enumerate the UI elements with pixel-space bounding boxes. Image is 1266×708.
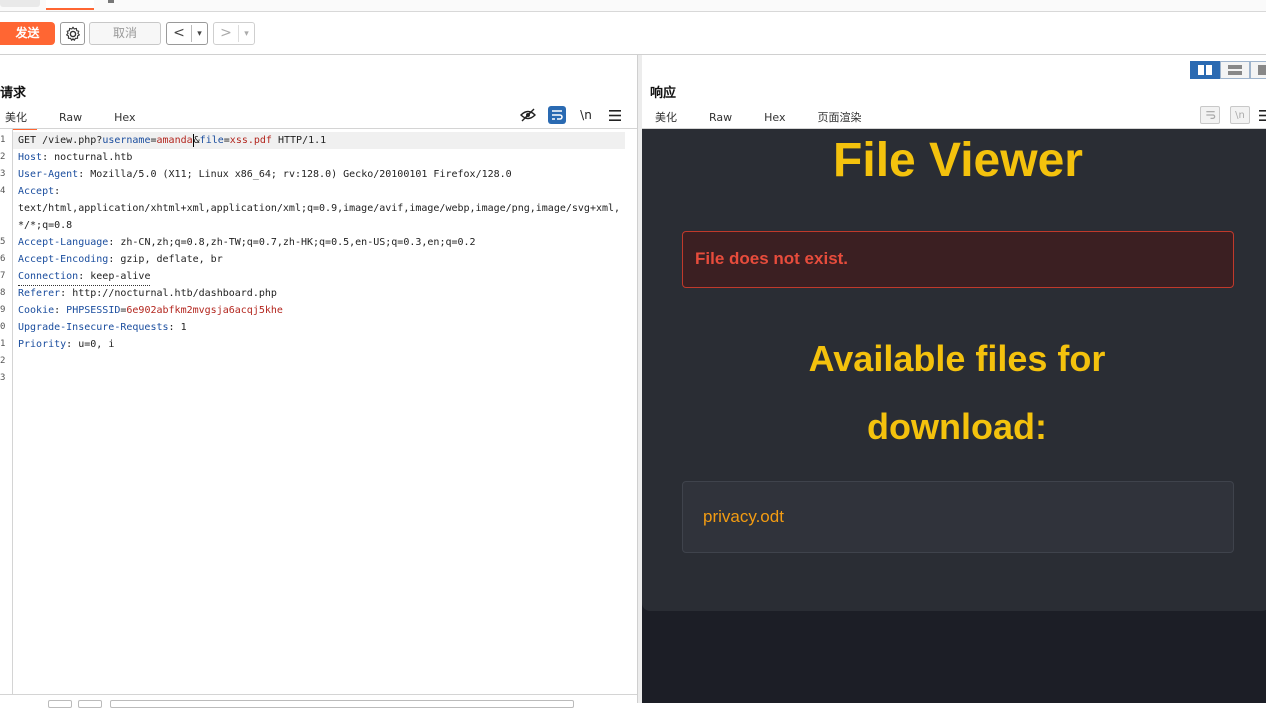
line-number: 1: [0, 339, 6, 349]
file-list-item: privacy.odt: [682, 481, 1234, 553]
request-line: GET /view.php?username=amanda&file=xss.p…: [18, 133, 327, 147]
tab-render[interactable]: 页面渲染: [807, 108, 872, 130]
header-line: Accept-Encoding: gzip, deflate, br: [18, 254, 223, 265]
line-number: 4: [0, 186, 6, 196]
tab-previous[interactable]: [0, 0, 40, 7]
header-line: Accept:: [18, 186, 61, 197]
line-number: 5: [0, 237, 6, 247]
menu-icon[interactable]: [1256, 106, 1266, 124]
line-number: 2: [0, 152, 6, 162]
header-line-continued: text/html,application/xhtml+xml,applicat…: [18, 203, 621, 214]
line-number: 1: [0, 135, 6, 145]
header-line: User-Agent: Mozilla/5.0 (X11; Linux x86_…: [18, 169, 512, 180]
menu-icon[interactable]: [606, 106, 624, 124]
line-number: 9: [0, 305, 6, 315]
page-title: File Viewer: [833, 134, 1083, 187]
layout-side-by-side-icon[interactable]: [1190, 61, 1220, 79]
header-line: Referer: http://nocturnal.htb/dashboard.…: [18, 288, 277, 299]
chevron-left-icon: <: [167, 25, 192, 42]
request-view-tools: \n: [508, 106, 624, 124]
tab-hex[interactable]: Hex: [754, 108, 795, 128]
chevron-right-icon: >: [214, 25, 239, 42]
tab-pretty[interactable]: 美化: [0, 108, 37, 130]
response-view-tools: \n: [1190, 106, 1266, 124]
file-link[interactable]: privacy.odt: [703, 507, 784, 527]
header-line: Host: nocturnal.htb: [18, 152, 133, 163]
request-title: 请求: [0, 86, 27, 101]
send-button[interactable]: 发送: [0, 22, 55, 45]
response-tabs: 美化 Raw Hex 页面渲染: [645, 108, 884, 130]
tab-raw[interactable]: Raw: [49, 108, 92, 128]
header-line: Accept-Language: zh-CN,zh;q=0.8,zh-TW;q=…: [18, 237, 476, 248]
request-editor[interactable]: 1 2 3 4 5 6 7 8 9 0 1 2 3 GET /view.php?…: [0, 129, 637, 694]
header-line: Priority: u=0, i: [18, 339, 115, 350]
tab-active[interactable]: [46, 0, 94, 10]
toolbar: 发送 取消 < ▾ > ▾: [0, 12, 1266, 55]
files-heading: Available files for download:: [808, 338, 1106, 447]
error-alert: File does not exist.: [682, 231, 1234, 288]
top-tab-strip: [0, 0, 1266, 12]
page-card: File Viewer File does not exist. Availab…: [642, 129, 1266, 611]
wrap-lines-icon: [1200, 106, 1220, 124]
line-number: 8: [0, 288, 6, 298]
line-number: 7: [0, 271, 6, 281]
layout-stacked-icon[interactable]: [1220, 61, 1250, 79]
line-number: 3: [0, 373, 6, 383]
wrap-lines-icon[interactable]: [548, 106, 566, 124]
line-number: 3: [0, 169, 6, 179]
response-title: 响应: [650, 86, 677, 101]
search-options-button[interactable]: [48, 700, 72, 708]
error-message: File does not exist.: [695, 249, 849, 268]
back-button[interactable]: < ▾: [166, 22, 208, 45]
header-line: Cookie: PHPSESSID=6e902abfkm2mvgsja6acqj…: [18, 305, 283, 316]
rendered-page: File Viewer File does not exist. Availab…: [642, 129, 1266, 703]
tab-hex[interactable]: Hex: [104, 108, 145, 128]
gear-icon: [65, 26, 80, 41]
request-panel: 请求 美化 Raw Hex \n 1 2 3 4 5 6 7 8 9 0 1 2…: [0, 55, 637, 708]
header-line: Upgrade-Insecure-Requests: 1: [18, 322, 187, 333]
request-tabs: 美化 Raw Hex: [0, 108, 158, 130]
tab-pretty[interactable]: 美化: [645, 108, 687, 128]
search-nav-button[interactable]: [78, 700, 102, 708]
layout-tabbed-icon[interactable]: [1250, 61, 1266, 79]
cancel-button[interactable]: 取消: [89, 22, 161, 45]
response-panel: 响应 美化 Raw Hex 页面渲染 \n File Viewer File d…: [642, 55, 1266, 703]
line-number: 0: [0, 322, 6, 332]
tab-raw[interactable]: Raw: [699, 108, 742, 128]
tab-label-fragment: [108, 0, 114, 3]
line-number: 6: [0, 254, 6, 264]
search-input[interactable]: [110, 700, 574, 708]
text-caret: [192, 133, 194, 147]
newline-icon: \n: [1230, 106, 1250, 124]
forward-button[interactable]: > ▾: [213, 22, 255, 45]
line-number-gutter: [0, 129, 13, 694]
layout-toggles: [1190, 61, 1266, 79]
newline-icon[interactable]: \n: [577, 106, 595, 124]
line-number: 2: [0, 356, 6, 366]
header-line-continued: */*;q=0.8: [18, 220, 73, 231]
header-line: Connection: keep-alive: [18, 268, 151, 286]
hide-icon[interactable]: [519, 106, 537, 124]
chevron-down-icon[interactable]: ▾: [239, 29, 254, 39]
settings-button[interactable]: [60, 22, 85, 45]
chevron-down-icon[interactable]: ▾: [192, 29, 207, 39]
